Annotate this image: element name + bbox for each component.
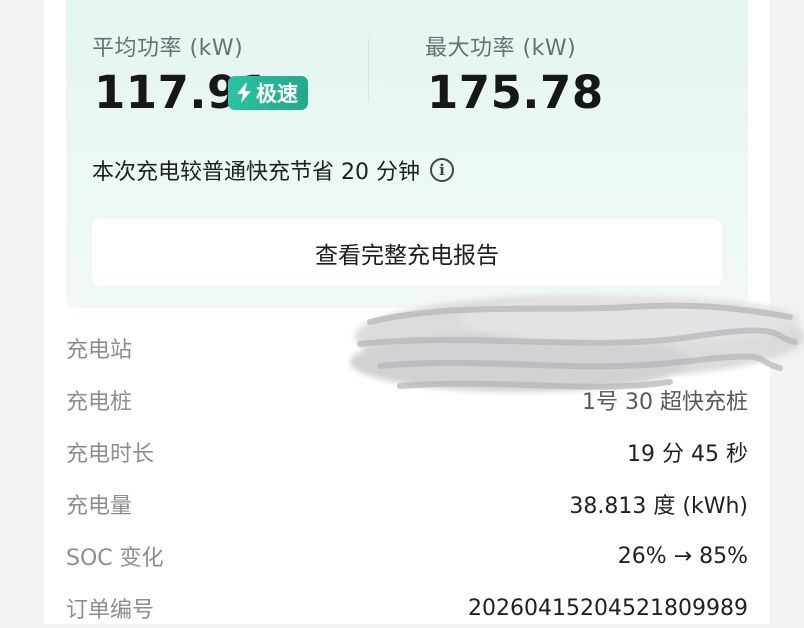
redaction-scribble <box>350 295 804 392</box>
detail-label: 充电时长 <box>66 442 155 467</box>
lightning-icon <box>237 83 251 103</box>
time-saving-note: 本次充电较普通快充节省 20 分钟 i <box>92 154 454 186</box>
detail-value: 38.813 度 (kWh) <box>569 494 748 519</box>
detail-row-soc: SOC 变化 26% → 85% <box>66 536 748 576</box>
detail-label: 充电站 <box>66 338 133 363</box>
view-full-report-button[interactable]: 查看完整充电报告 <box>92 219 722 286</box>
detail-value: 19 分 45 秒 <box>627 442 748 467</box>
info-icon[interactable]: i <box>429 158 454 182</box>
avg-power-label: 平均功率 (kW) <box>92 36 244 61</box>
detail-row-order: 订单编号 20260415204521809989 <box>66 588 748 628</box>
detail-label: 充电量 <box>66 494 133 519</box>
max-power-value: 175.78 <box>427 66 604 119</box>
time-saving-text: 本次充电较普通快充节省 20 分钟 <box>92 160 420 185</box>
detail-label: 订单编号 <box>66 598 155 623</box>
max-power-label: 最大功率 (kW) <box>425 36 577 61</box>
detail-row-duration: 充电时长 19 分 45 秒 <box>66 432 748 472</box>
detail-value: 26% → 85% <box>617 543 748 569</box>
detail-label: SOC 变化 <box>66 546 164 571</box>
detail-row-energy: 充电量 38.813 度 (kWh) <box>66 484 748 524</box>
detail-value: 20260415204521809989 <box>468 595 748 621</box>
summary-divider <box>368 38 369 102</box>
speed-badge-label: 极速 <box>256 82 298 106</box>
speed-badge: 极速 <box>228 76 308 110</box>
detail-label: 充电桩 <box>66 390 133 415</box>
